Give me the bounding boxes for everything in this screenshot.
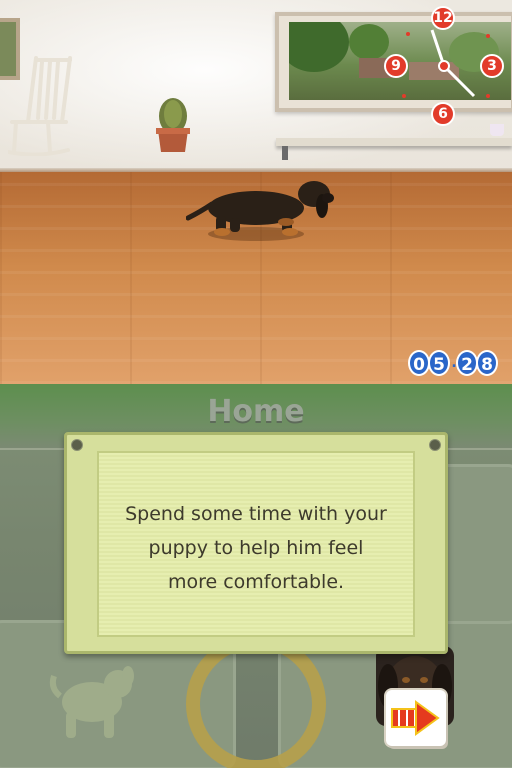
hour-digit-2: 5 bbox=[428, 350, 450, 376]
dialog-body: Spend some time with your puppy to help … bbox=[97, 451, 415, 637]
dachshund-puppy[interactable] bbox=[186, 172, 336, 244]
page-title: Home bbox=[207, 394, 305, 429]
clock-number-12: 12 bbox=[431, 6, 455, 30]
dialog-screw bbox=[71, 439, 83, 451]
clock-number-3: 3 bbox=[480, 54, 504, 78]
wall-shelf bbox=[276, 138, 512, 146]
dialog-line: more comfortable. bbox=[167, 571, 345, 593]
dialog-message: Spend some time with your puppy to help … bbox=[99, 497, 413, 599]
clock-number-9: 9 bbox=[384, 54, 408, 78]
home-menu-screen: Home Spend some time with your puppy to … bbox=[0, 384, 512, 768]
clock-number-6: 6 bbox=[431, 102, 455, 126]
arrow-right-icon bbox=[391, 700, 440, 736]
dialog-line: puppy to help him feel bbox=[148, 537, 364, 559]
rocking-chair bbox=[8, 56, 72, 156]
potted-cactus bbox=[156, 98, 190, 152]
time-hours: 0 5 bbox=[408, 350, 450, 376]
shelf-bracket bbox=[282, 146, 288, 160]
wall-clock: 12 3 6 9 bbox=[380, 6, 510, 130]
minute-digit-1: 2 bbox=[456, 350, 478, 376]
hour-digit-1: 0 bbox=[408, 350, 430, 376]
time-display: 0 5 . 2 8 bbox=[408, 350, 498, 376]
center-ring bbox=[186, 634, 326, 768]
room-view: 12 3 6 9 0 5 . 2 8 bbox=[0, 0, 512, 384]
dialog-line: Spend some time with your bbox=[125, 503, 387, 525]
time-minutes: 2 8 bbox=[456, 350, 498, 376]
puppy-silhouette-icon bbox=[49, 666, 134, 738]
minute-digit-2: 8 bbox=[476, 350, 498, 376]
dialog-screw bbox=[429, 439, 441, 451]
message-dialog: Spend some time with your puppy to help … bbox=[64, 432, 448, 654]
next-button[interactable] bbox=[386, 690, 446, 746]
